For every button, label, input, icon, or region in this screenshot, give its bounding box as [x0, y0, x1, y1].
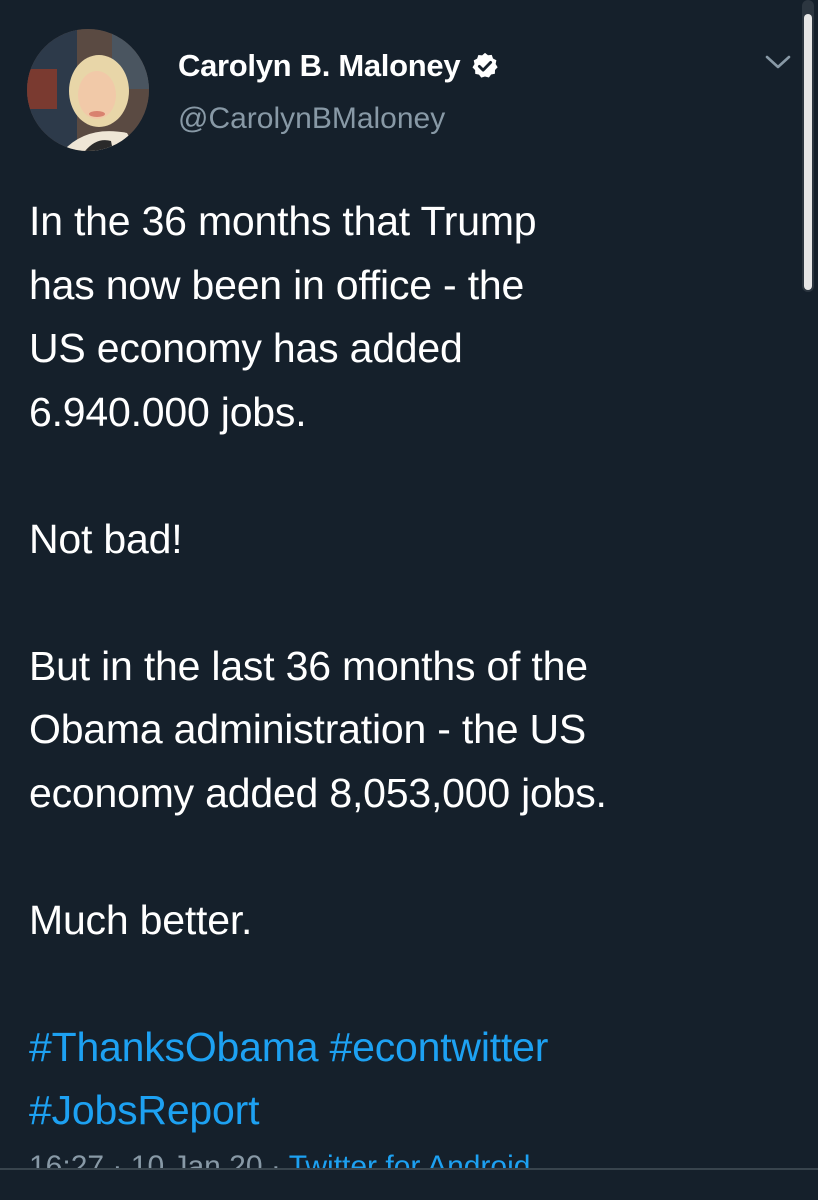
hashtag-link[interactable]: #ThanksObama [29, 1024, 319, 1070]
tweet-line: economy added 8,053,000 jobs. [29, 769, 607, 816]
tweet-line: But in the last 36 months of the [29, 642, 588, 689]
meta-separator: · [270, 1150, 281, 1168]
tweet-paragraph: In the 36 months that Trump has now been… [29, 190, 789, 444]
tweet-source-link[interactable]: Twitter for Android [289, 1150, 531, 1168]
tweet-line: Much better. [29, 896, 253, 943]
hashtag-link[interactable]: #JobsReport [29, 1087, 259, 1133]
tweet-paragraph: Not bad! [29, 508, 789, 572]
tweet-meta: 16:27 · 10 Jan 20 · Twitter for Android [29, 1138, 530, 1168]
tweet-line: Obama administration - the US [29, 706, 587, 752]
hashtag-link[interactable]: #econtwitter [330, 1024, 549, 1070]
chevron-down-icon[interactable] [764, 52, 792, 72]
tweet-line: In the 36 months that Trump [29, 198, 537, 244]
tweet-time[interactable]: 16:27 [29, 1150, 104, 1168]
tweet-line: Not bad! [29, 515, 183, 562]
tweet-text: In the 36 months that Trump has now been… [29, 190, 789, 1143]
divider [0, 1168, 818, 1170]
tweet-line: 6.940.000 jobs. [29, 388, 307, 435]
handle[interactable]: @CarolynBMaloney [178, 102, 445, 136]
avatar[interactable] [27, 29, 149, 151]
tweet-paragraph: Much better. [29, 889, 789, 953]
scrollbar[interactable] [802, 0, 814, 292]
hashtags: #ThanksObama #econtwitter #JobsReport [29, 1016, 789, 1143]
tweet-paragraph: But in the last 36 months of the Obama a… [29, 635, 789, 826]
tweet-line: US economy has added [29, 325, 463, 371]
display-name[interactable]: Carolyn B. Maloney [178, 48, 461, 84]
tweet: Carolyn B. Maloney @CarolynBMaloney In t… [0, 0, 818, 1200]
author-row[interactable]: Carolyn B. Maloney [178, 44, 500, 88]
tweet-date[interactable]: 10 Jan 20 [131, 1150, 263, 1168]
tweet-line: has now been in office - the [29, 261, 525, 308]
scrollbar-thumb[interactable] [804, 14, 812, 290]
verified-badge-icon [470, 51, 500, 81]
meta-separator: · [112, 1150, 123, 1168]
